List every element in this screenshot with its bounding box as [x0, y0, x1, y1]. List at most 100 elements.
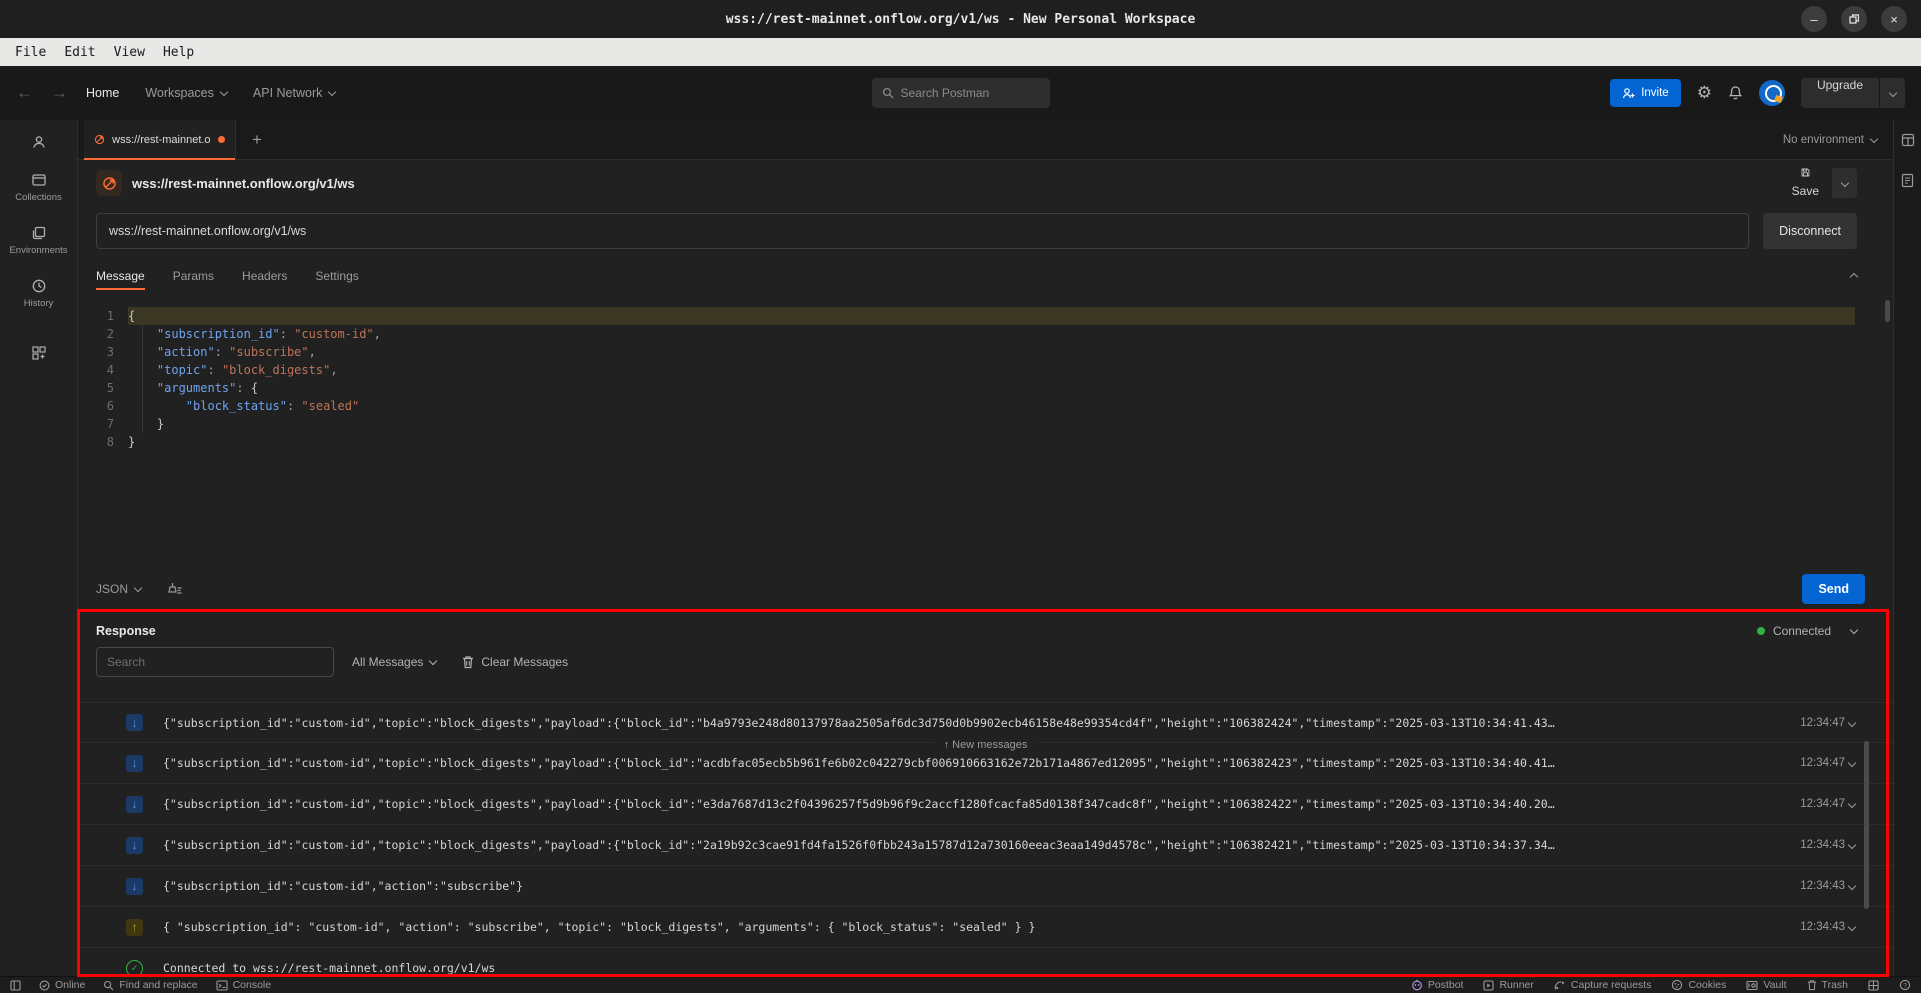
- sidebar-item-collections[interactable]: Collections: [15, 172, 61, 203]
- restore-icon: [1849, 14, 1859, 24]
- cookie-icon: [1671, 979, 1683, 991]
- message-filter-dropdown[interactable]: All Messages: [352, 655, 436, 669]
- account-avatar[interactable]: [1759, 80, 1785, 106]
- chevron-down-icon[interactable]: [1848, 841, 1856, 849]
- sidebar-item-profile[interactable]: [31, 134, 47, 150]
- new-tab-button[interactable]: +: [252, 130, 262, 150]
- message-row[interactable]: ↓ {"subscription_id":"custom-id","action…: [78, 866, 1893, 907]
- chevron-down-icon[interactable]: [1848, 718, 1856, 726]
- environments-icon: [31, 225, 47, 241]
- editor-line[interactable]: 1{: [78, 307, 1893, 325]
- message-time: 12:34:43: [1785, 921, 1845, 933]
- editor-scrollbar[interactable]: [1885, 300, 1890, 322]
- save-button[interactable]: Save: [1780, 168, 1857, 198]
- online-status[interactable]: Online: [39, 979, 85, 991]
- beautify-broom-icon: [167, 582, 182, 596]
- layout-icon[interactable]: [1901, 133, 1915, 147]
- tab-headers[interactable]: Headers: [242, 256, 287, 296]
- global-search[interactable]: Search Postman: [872, 78, 1050, 108]
- upgrade-button[interactable]: Upgrade: [1801, 78, 1905, 108]
- disconnect-button[interactable]: Disconnect: [1763, 213, 1857, 249]
- request-tab-active[interactable]: wss://rest-mainnet.onflc: [84, 120, 236, 160]
- tab-params[interactable]: Params: [173, 256, 214, 296]
- sidebar-item-environments[interactable]: Environments: [9, 225, 67, 256]
- url-input[interactable]: [96, 213, 1749, 249]
- message-text: Connected to wss://rest-mainnet.onflow.o…: [163, 961, 1767, 975]
- response-search-input[interactable]: [96, 647, 334, 677]
- editor-line[interactable]: 6 "block_status": "sealed": [78, 397, 1893, 415]
- search-icon: [103, 980, 114, 991]
- editor-line[interactable]: 2 "subscription_id": "custom-id",: [78, 325, 1893, 343]
- editor-line[interactable]: 8}: [78, 433, 1893, 451]
- split-panels-icon[interactable]: [1868, 980, 1879, 991]
- message-row[interactable]: ↓ {"subscription_id":"custom-id","topic"…: [78, 702, 1893, 743]
- panel-toggle-icon[interactable]: [10, 980, 21, 991]
- trash-button[interactable]: Trash: [1807, 979, 1848, 991]
- menu-file[interactable]: File: [6, 45, 55, 60]
- editor-line[interactable]: 4 "topic": "block_digests",: [78, 361, 1893, 379]
- save-dropdown[interactable]: [1831, 168, 1857, 198]
- request-tabstrip: wss://rest-mainnet.onflc + No environmen…: [78, 120, 1893, 160]
- restore-button[interactable]: [1841, 6, 1867, 32]
- nav-workspaces[interactable]: Workspaces: [145, 86, 227, 100]
- trash-icon: [462, 655, 474, 669]
- forward-button[interactable]: →: [51, 83, 68, 103]
- beautify-button[interactable]: [167, 582, 182, 596]
- close-button[interactable]: ×: [1881, 6, 1907, 32]
- vault-button[interactable]: Vault: [1746, 979, 1786, 991]
- documentation-icon[interactable]: [1901, 173, 1914, 188]
- upgrade-label[interactable]: Upgrade: [1801, 78, 1879, 108]
- send-button[interactable]: Send: [1802, 574, 1865, 604]
- chevron-down-icon[interactable]: [1848, 923, 1856, 931]
- nav-home[interactable]: Home: [86, 86, 119, 100]
- runner-button[interactable]: Runner: [1483, 979, 1533, 991]
- invite-button[interactable]: Invite: [1610, 79, 1681, 107]
- postbot-button[interactable]: Postbot: [1411, 979, 1464, 991]
- editor-line[interactable]: 7 }: [78, 415, 1893, 433]
- message-row[interactable]: ↓ {"subscription_id":"custom-id","topic"…: [78, 825, 1893, 866]
- sidebar-item-more[interactable]: [31, 345, 47, 361]
- message-editor[interactable]: 1{2 "subscription_id": "custom-id",3 "ac…: [78, 296, 1893, 566]
- message-text: { "subscription_id": "custom-id", "actio…: [163, 920, 1767, 934]
- message-time: 12:34:47: [1785, 798, 1845, 810]
- code-line: "topic": "block_digests",: [128, 361, 1855, 379]
- minimize-button[interactable]: –: [1801, 6, 1827, 32]
- response-scrollbar[interactable]: [1864, 741, 1869, 909]
- capture-requests-button[interactable]: Capture requests: [1554, 979, 1652, 991]
- message-row[interactable]: ↑ { "subscription_id": "custom-id", "act…: [78, 907, 1893, 948]
- chevron-down-icon: [1888, 89, 1896, 97]
- line-number: 3: [78, 343, 128, 361]
- collapse-editor-button[interactable]: [1844, 267, 1857, 285]
- environment-selector[interactable]: No environment: [1783, 134, 1893, 146]
- settings-gear-icon[interactable]: ⚙: [1697, 83, 1712, 103]
- chevron-down-icon[interactable]: [1848, 882, 1856, 890]
- notifications-bell-icon[interactable]: [1728, 85, 1743, 101]
- menu-view[interactable]: View: [105, 45, 154, 60]
- nav-api-network[interactable]: API Network: [253, 86, 335, 100]
- connection-status[interactable]: Connected: [1757, 624, 1857, 638]
- clear-messages-button[interactable]: Clear Messages: [462, 655, 568, 669]
- back-button[interactable]: ←: [16, 83, 33, 103]
- chevron-down-icon[interactable]: [1848, 800, 1856, 808]
- right-sidebar: [1893, 120, 1921, 976]
- menu-edit[interactable]: Edit: [55, 45, 104, 60]
- cookies-button[interactable]: Cookies: [1671, 979, 1726, 991]
- tab-message[interactable]: Message: [96, 256, 145, 296]
- find-and-replace-button[interactable]: Find and replace: [103, 979, 197, 991]
- console-button[interactable]: Console: [216, 979, 272, 991]
- sidebar-item-history[interactable]: History: [24, 278, 54, 309]
- message-row[interactable]: ✓ Connected to wss://rest-mainnet.onflow…: [78, 948, 1893, 976]
- tab-settings[interactable]: Settings: [315, 256, 358, 296]
- editor-line[interactable]: 3 "action": "subscribe",: [78, 343, 1893, 361]
- upgrade-dropdown[interactable]: [1879, 78, 1905, 108]
- menu-help[interactable]: Help: [154, 45, 203, 60]
- chevron-down-icon[interactable]: [1848, 759, 1856, 767]
- message-type-dropdown[interactable]: JSON: [96, 582, 141, 596]
- message-row[interactable]: ↓ {"subscription_id":"custom-id","topic"…: [78, 784, 1893, 825]
- editor-line[interactable]: 5 "arguments": {: [78, 379, 1893, 397]
- runner-play-icon: [1483, 980, 1494, 991]
- trash-label: Trash: [1822, 979, 1848, 991]
- chevron-down-icon: [134, 583, 142, 591]
- help-icon[interactable]: ?: [1899, 979, 1911, 991]
- line-number: 4: [78, 361, 128, 379]
